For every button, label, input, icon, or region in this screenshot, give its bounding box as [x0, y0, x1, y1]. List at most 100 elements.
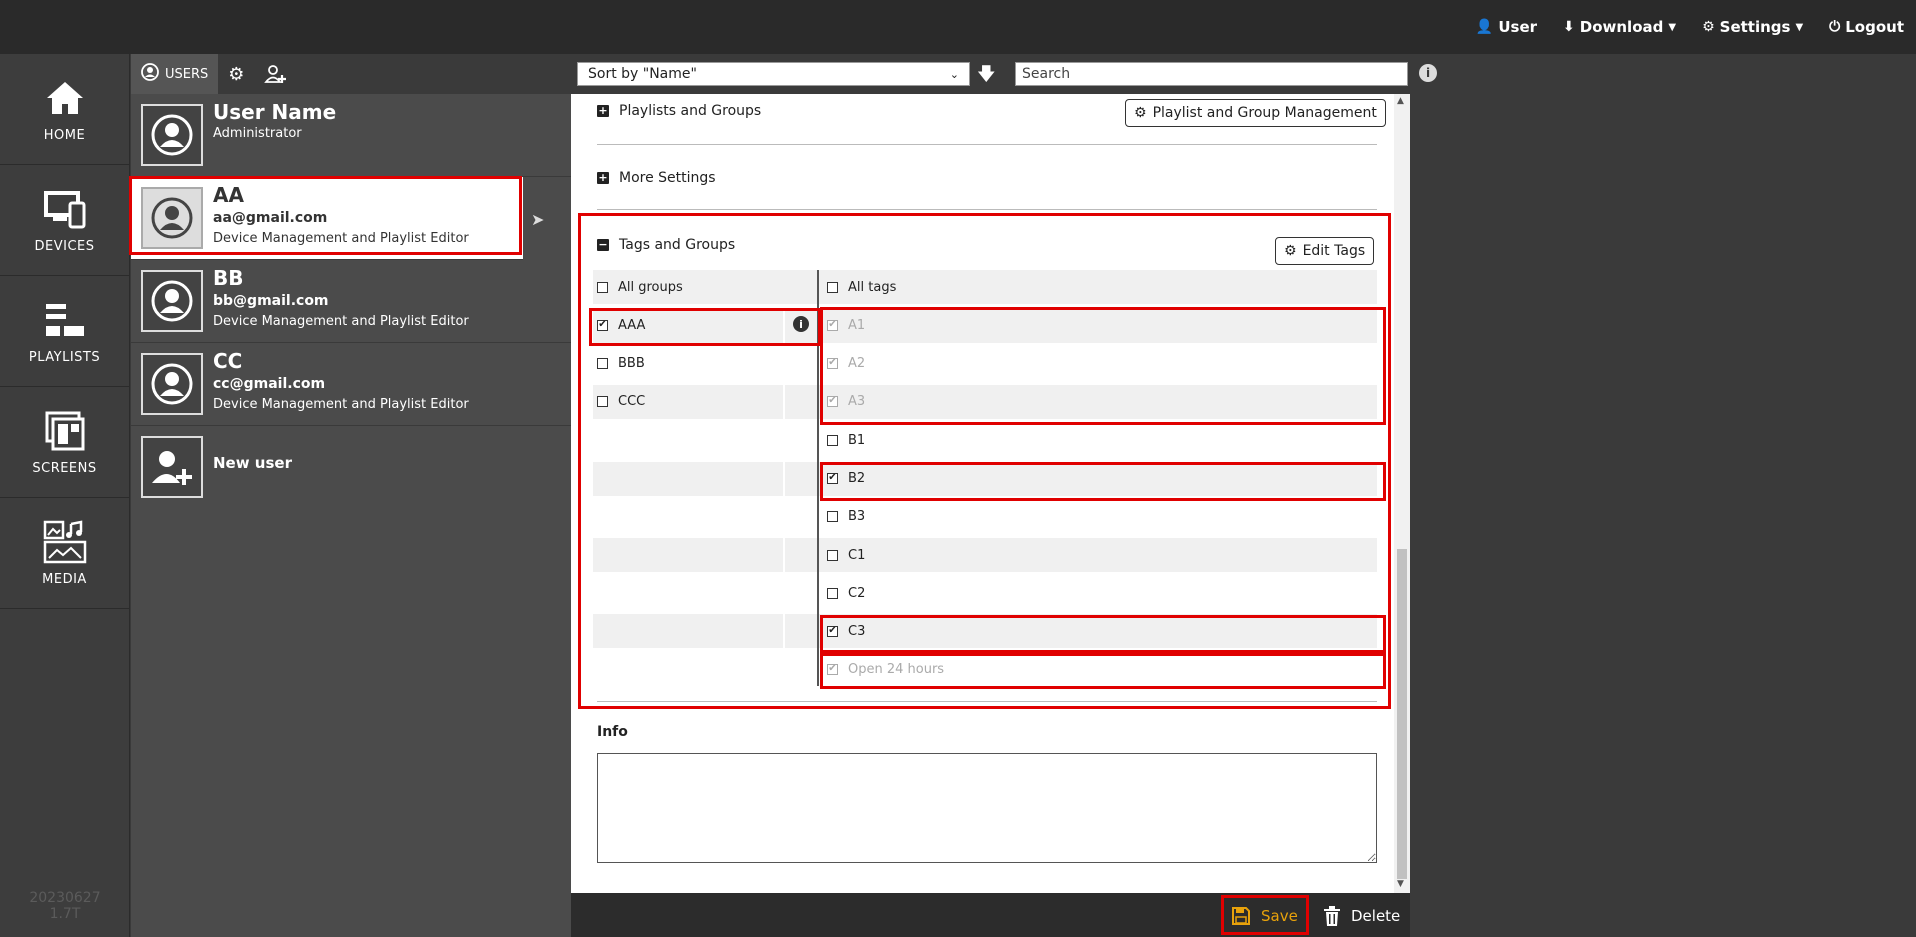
screens-icon: [45, 411, 84, 450]
tag-checkbox[interactable]: A3: [827, 382, 865, 420]
user-list-item[interactable]: BB bb@gmail.com Device Management and Pl…: [131, 260, 571, 343]
tag-checkbox[interactable]: B3: [827, 497, 865, 535]
section-tags-groups[interactable]: − Tags and Groups: [597, 237, 735, 253]
media-icon: [43, 519, 86, 563]
download-icon: ⬇: [1563, 19, 1575, 35]
list-toolbar: Sort by "Name" ⌄ 🡇 Search i: [571, 54, 1916, 94]
user-menu[interactable]: 👤 User: [1476, 18, 1537, 36]
tag-checkbox[interactable]: A2: [827, 344, 865, 382]
checkbox[interactable]: [827, 549, 838, 561]
all-groups-checkbox[interactable]: All groups: [597, 268, 683, 306]
tag-checkbox[interactable]: C2: [827, 574, 865, 612]
tag-checkbox[interactable]: A1: [827, 306, 865, 344]
user-icon: 👤: [1475, 19, 1494, 35]
plus-square-icon: +: [597, 171, 609, 184]
checkbox[interactable]: [597, 319, 608, 331]
user-panel: USERS ⚙ User Name Administrator AA aa@gm…: [129, 54, 571, 937]
user-avatar-icon: [151, 114, 193, 156]
edit-tags-button[interactable]: ⚙ Edit Tags: [1275, 237, 1375, 265]
checkbox[interactable]: [827, 281, 838, 293]
info-icon[interactable]: i: [1419, 64, 1437, 82]
checkbox-label: All groups: [618, 279, 683, 295]
checkbox-label: A2: [848, 355, 866, 371]
checkbox[interactable]: [597, 357, 608, 369]
tag-checkbox[interactable]: B1: [827, 421, 865, 459]
settings-menu[interactable]: ⚙ Settings ▼: [1702, 18, 1803, 36]
checkbox[interactable]: [827, 510, 838, 522]
info-textarea[interactable]: [597, 753, 1377, 863]
nav-home-label: HOME: [43, 127, 86, 143]
nav-media[interactable]: MEDIA: [0, 498, 129, 609]
nav-screens[interactable]: SCREENS: [0, 387, 129, 498]
user-menu-label: User: [1498, 18, 1538, 36]
plus-square-icon: +: [597, 104, 609, 117]
tab-user-settings[interactable]: ⚙: [218, 54, 254, 94]
sort-select[interactable]: Sort by "Name" ⌄: [577, 62, 970, 86]
group-checkbox[interactable]: CCC: [597, 382, 645, 420]
tab-users[interactable]: USERS: [131, 54, 219, 94]
checkbox[interactable]: [827, 587, 838, 599]
user-list-item[interactable]: User Name Administrator: [131, 94, 571, 177]
user-name: CC: [213, 349, 243, 373]
checkbox[interactable]: [827, 625, 838, 637]
checkbox-label: A3: [848, 393, 866, 409]
group-checkbox[interactable]: BBB: [597, 344, 645, 382]
section-title: Tags and Groups: [619, 237, 736, 253]
user-role: Device Management and Playlist Editor: [213, 314, 469, 329]
power-icon: ⏻: [1829, 19, 1841, 35]
arrow-down-icon[interactable]: 🡇: [977, 62, 996, 92]
tag-checkbox[interactable]: B2: [827, 459, 865, 497]
info-icon[interactable]: i: [793, 316, 809, 332]
checkbox[interactable]: [827, 472, 838, 484]
divider: [597, 209, 1377, 210]
save-button[interactable]: Save: [1221, 895, 1309, 935]
group-checkbox[interactable]: AAA: [597, 306, 645, 344]
download-menu[interactable]: ⬇ Download ▼: [1563, 18, 1676, 36]
user-list-item[interactable]: CC cc@gmail.com Device Management and Pl…: [131, 343, 571, 426]
checkbox-label: A1: [848, 317, 866, 333]
user-email: aa@gmail.com: [213, 210, 328, 226]
user-list-item-selected[interactable]: AA aa@gmail.com Device Management and Pl…: [129, 176, 523, 260]
checkbox[interactable]: [597, 395, 608, 407]
row-bg: [593, 614, 783, 648]
gear-icon: ⚙: [1702, 19, 1715, 35]
logout-button[interactable]: ⏻ Logout: [1829, 18, 1904, 36]
all-tags-checkbox[interactable]: All tags: [827, 268, 896, 306]
nav-devices-label: DEVICES: [34, 238, 95, 254]
playlist-group-management-button[interactable]: ⚙ Playlist and Group Management: [1125, 99, 1386, 127]
nav-devices[interactable]: DEVICES: [0, 165, 129, 276]
tag-checkbox[interactable]: C1: [827, 536, 865, 574]
user-info: AA aa@gmail.com Device Management and Pl…: [213, 183, 469, 249]
user-email: bb@gmail.com: [213, 293, 329, 309]
checkbox[interactable]: [827, 357, 838, 369]
avatar: [141, 187, 203, 249]
playlists-icon: [45, 303, 84, 336]
scroll-down-icon[interactable]: ▼: [1397, 879, 1404, 889]
checkbox-label: Open 24 hours: [848, 661, 945, 677]
user-tabs: USERS ⚙: [131, 54, 571, 94]
checkbox[interactable]: [827, 395, 838, 407]
nav-playlists[interactable]: PLAYLISTS: [0, 276, 129, 387]
bottom-bar: Save Delete: [571, 893, 1410, 937]
section-more-settings[interactable]: + More Settings: [597, 170, 716, 186]
section-playlists-groups[interactable]: + Playlists and Groups: [597, 103, 761, 119]
circle-arrow-right-icon[interactable]: ➤: [531, 210, 544, 229]
scrollbar[interactable]: ▲ ▼: [1394, 94, 1410, 893]
tag-checkbox[interactable]: C3: [827, 612, 865, 650]
nav-home[interactable]: HOME: [0, 54, 129, 165]
tag-checkbox[interactable]: Open 24 hours: [827, 650, 944, 688]
delete-button[interactable]: Delete: [1323, 901, 1400, 931]
chevron-down-icon: ⌄: [949, 67, 959, 81]
checkbox[interactable]: [827, 319, 838, 331]
nav-screens-label: SCREENS: [32, 460, 97, 476]
checkbox[interactable]: [827, 434, 838, 446]
tab-add-user[interactable]: [254, 54, 298, 94]
minus-square-icon: −: [597, 238, 609, 251]
checkbox[interactable]: [597, 281, 608, 293]
scroll-up-icon[interactable]: ▲: [1397, 96, 1404, 106]
checkbox[interactable]: [827, 663, 838, 675]
search-input[interactable]: Search: [1015, 62, 1408, 86]
new-user-button[interactable]: New user: [131, 426, 571, 509]
user-email: cc@gmail.com: [213, 376, 326, 392]
scrollbar-thumb[interactable]: [1397, 549, 1407, 879]
